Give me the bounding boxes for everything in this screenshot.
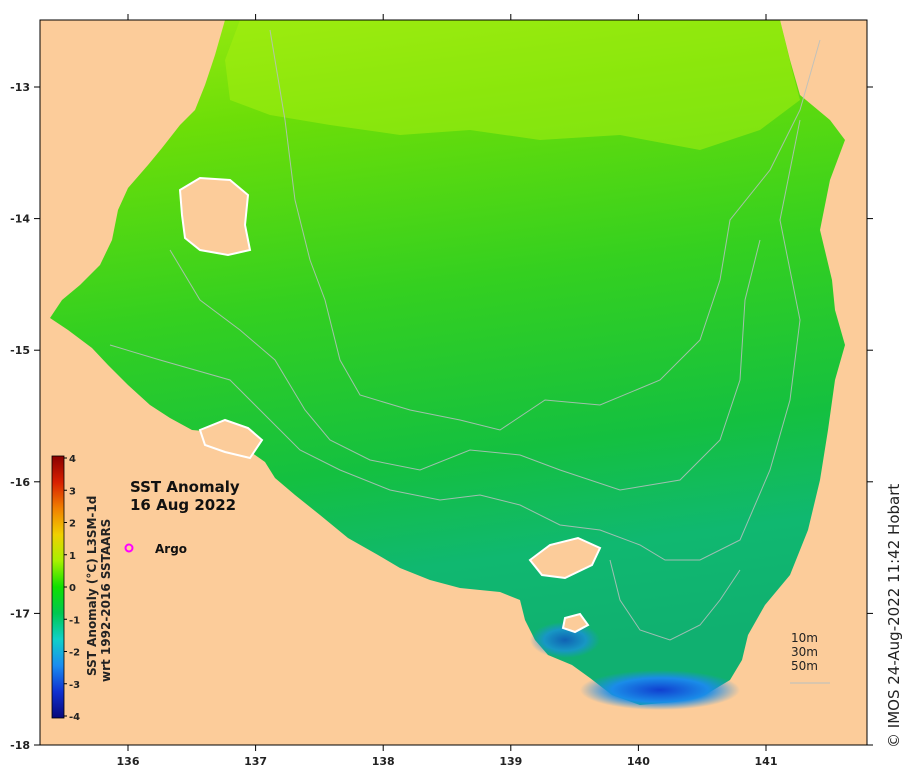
x-tick-label: 138 xyxy=(372,755,395,768)
y-tick-label: -13 xyxy=(10,81,30,94)
y-tick-label: -14 xyxy=(10,213,30,226)
x-tick-label: 141 xyxy=(755,755,778,768)
y-tick-label: -16 xyxy=(10,476,30,489)
sst-anomaly-map: 136 137 138 139 140 141 -13-14-15-16-17-18 43… xyxy=(10,14,873,768)
colorbar-tick-label: 3 xyxy=(69,486,76,497)
y-tick-label: -18 xyxy=(10,739,30,752)
colorbar-tick-label: 2 xyxy=(69,519,76,530)
colorbar-bar xyxy=(51,455,65,719)
colorbar-tick-label: 0 xyxy=(69,583,76,594)
cold-anomaly-spot xyxy=(580,670,740,710)
colorbar-label-line2: wrt 1992-2016 SSTAARS xyxy=(99,519,113,682)
y-tick-label: -17 xyxy=(10,607,30,620)
x-tick-label: 140 xyxy=(627,755,650,768)
x-tick-label: 136 xyxy=(117,755,140,768)
map-title: SST Anomaly xyxy=(130,478,240,496)
colorbar-tick-label: -3 xyxy=(69,680,80,691)
x-tick-label: 139 xyxy=(499,755,522,768)
depth-legend-label: 10m xyxy=(791,631,818,645)
colorbar-tick-label: -4 xyxy=(69,712,80,723)
groote-eylandt-island xyxy=(178,176,252,257)
argo-legend-label: Argo xyxy=(155,542,187,556)
colorbar-tick-label: -2 xyxy=(69,648,80,659)
depth-legend-label: 30m xyxy=(791,645,818,659)
credit-text: © IMOS 24-Aug-2022 11:42 Hobart xyxy=(885,483,903,748)
x-tick-label: 137 xyxy=(244,755,267,768)
map-date: 16 Aug 2022 xyxy=(130,496,236,514)
y-tick-label: -15 xyxy=(10,344,30,357)
colorbar-tick-label: 1 xyxy=(69,551,76,562)
colorbar-tick-label: 4 xyxy=(69,454,76,465)
colorbar-tick-label: -1 xyxy=(69,615,80,626)
colorbar-label-line1: SST Anomaly (°C) L3SM-1d xyxy=(85,496,99,676)
depth-legend-label: 50m xyxy=(791,659,818,673)
